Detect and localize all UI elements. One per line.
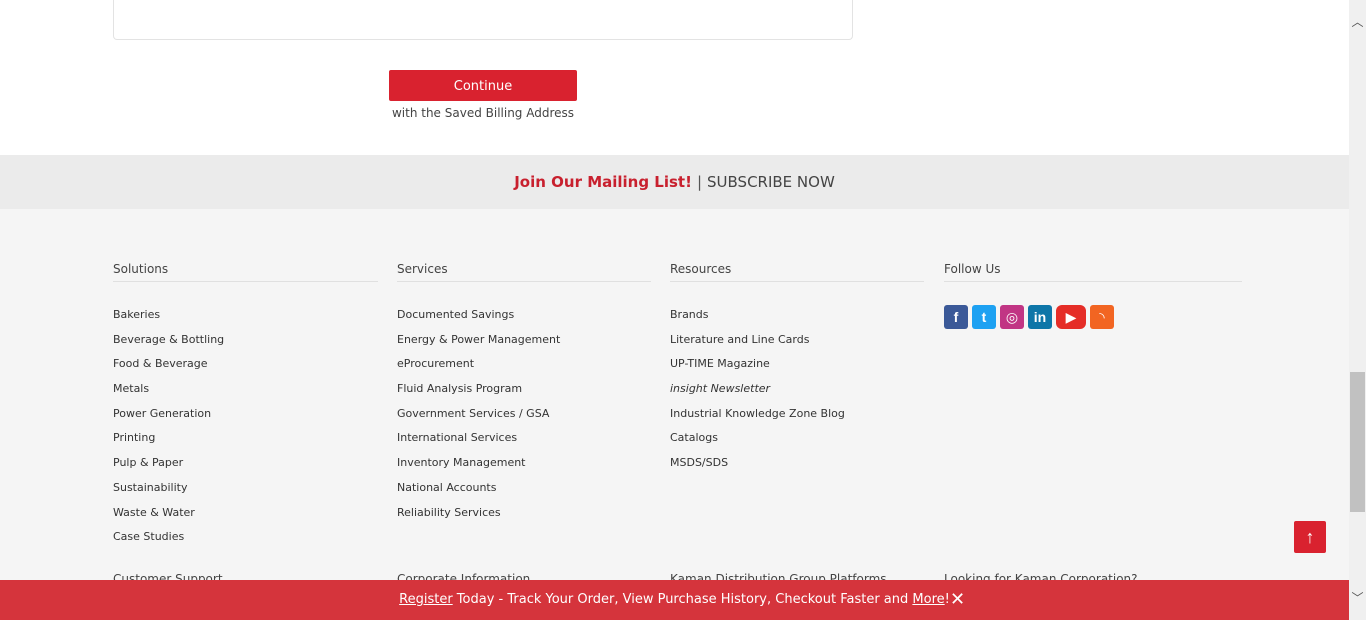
footer-link[interactable]: Waste & Water bbox=[113, 505, 378, 530]
footer-link[interactable]: Reliability Services bbox=[397, 505, 651, 530]
footer-link[interactable]: Case Studies bbox=[113, 529, 378, 554]
footer-col-resources: Resources Brands Literature and Line Car… bbox=[670, 262, 924, 480]
footer-link[interactable]: Pulp & Paper bbox=[113, 455, 378, 480]
footer-link[interactable]: Fluid Analysis Program bbox=[397, 381, 651, 406]
more-link[interactable]: More bbox=[912, 592, 944, 607]
footer-link[interactable]: UP-TIME Magazine bbox=[670, 356, 924, 381]
footer-link[interactable]: Industrial Knowledge Zone Blog bbox=[670, 406, 924, 431]
close-icon[interactable]: ✕ bbox=[950, 580, 965, 620]
continue-button[interactable]: Continue bbox=[389, 70, 577, 101]
rss-icon[interactable]: ◝ bbox=[1090, 305, 1114, 329]
page-scrollbar[interactable]: ︿ ﹀ bbox=[1349, 0, 1366, 620]
scroll-down-arrow-icon[interactable]: ﹀ bbox=[1349, 580, 1366, 620]
footer-link[interactable]: Printing bbox=[113, 430, 378, 455]
footer-link[interactable]: Metals bbox=[113, 381, 378, 406]
footer-link[interactable]: Energy & Power Management bbox=[397, 332, 651, 357]
continue-subtext: with the Saved Billing Address bbox=[391, 106, 575, 120]
footer-link[interactable]: Bakeries bbox=[113, 307, 378, 332]
mailing-list-bar: Join Our Mailing List! | SUBSCRIBE NOW bbox=[0, 155, 1349, 209]
footer-col-services: Services Documented Savings Energy & Pow… bbox=[397, 262, 651, 529]
footer-col-title: Services bbox=[397, 262, 651, 282]
footer-link[interactable]: insight Newsletter bbox=[670, 381, 924, 406]
social-icons: f t ◎ in ▶ ◝ bbox=[944, 305, 1242, 329]
footer-link[interactable]: Government Services / GSA bbox=[397, 406, 651, 431]
footer-link[interactable]: Literature and Line Cards bbox=[670, 332, 924, 357]
footer-col-follow: Follow Us f t ◎ in ▶ ◝ bbox=[944, 262, 1242, 329]
footer-link[interactable]: Documented Savings bbox=[397, 307, 651, 332]
footer-link[interactable]: Brands bbox=[670, 307, 924, 332]
twitter-icon[interactable]: t bbox=[972, 305, 996, 329]
footer-link[interactable]: Power Generation bbox=[113, 406, 378, 431]
footer-col-title: Follow Us bbox=[944, 262, 1242, 282]
footer-col-title: Solutions bbox=[113, 262, 378, 282]
footer-link[interactable]: Inventory Management bbox=[397, 455, 651, 480]
scroll-to-top-button[interactable]: ↑ bbox=[1294, 521, 1326, 553]
footer-link[interactable]: International Services bbox=[397, 430, 651, 455]
footer-link[interactable]: Sustainability bbox=[113, 480, 378, 505]
mailing-separator: | bbox=[696, 173, 703, 191]
scroll-up-arrow-icon[interactable]: ︿ bbox=[1349, 0, 1366, 40]
footer-link[interactable]: eProcurement bbox=[397, 356, 651, 381]
subscribe-now-link[interactable]: SUBSCRIBE NOW bbox=[707, 173, 835, 191]
site-footer: Solutions Bakeries Beverage & Bottling F… bbox=[0, 209, 1349, 620]
instagram-icon[interactable]: ◎ bbox=[1000, 305, 1024, 329]
footer-link[interactable]: Catalogs bbox=[670, 430, 924, 455]
footer-link[interactable]: Food & Beverage bbox=[113, 356, 378, 381]
billing-address-box bbox=[113, 0, 853, 40]
arrow-up-icon: ↑ bbox=[1305, 527, 1315, 547]
footer-link[interactable]: National Accounts bbox=[397, 480, 651, 505]
scroll-thumb[interactable] bbox=[1350, 372, 1365, 512]
youtube-icon[interactable]: ▶ bbox=[1056, 305, 1086, 329]
footer-col-title: Resources bbox=[670, 262, 924, 282]
banner-text: Today - Track Your Order, View Purchase … bbox=[452, 592, 913, 607]
footer-col-solutions: Solutions Bakeries Beverage & Bottling F… bbox=[113, 262, 378, 554]
facebook-icon[interactable]: f bbox=[944, 305, 968, 329]
footer-link[interactable]: MSDS/SDS bbox=[670, 455, 924, 480]
linkedin-icon[interactable]: in bbox=[1028, 305, 1052, 329]
join-mailing-link[interactable]: Join Our Mailing List! bbox=[514, 173, 692, 191]
footer-link[interactable]: Beverage & Bottling bbox=[113, 332, 378, 357]
checkout-area: Continue with the Saved Billing Address bbox=[0, 0, 1349, 155]
register-banner: Register Today - Track Your Order, View … bbox=[0, 580, 1349, 620]
register-link[interactable]: Register bbox=[399, 592, 453, 607]
